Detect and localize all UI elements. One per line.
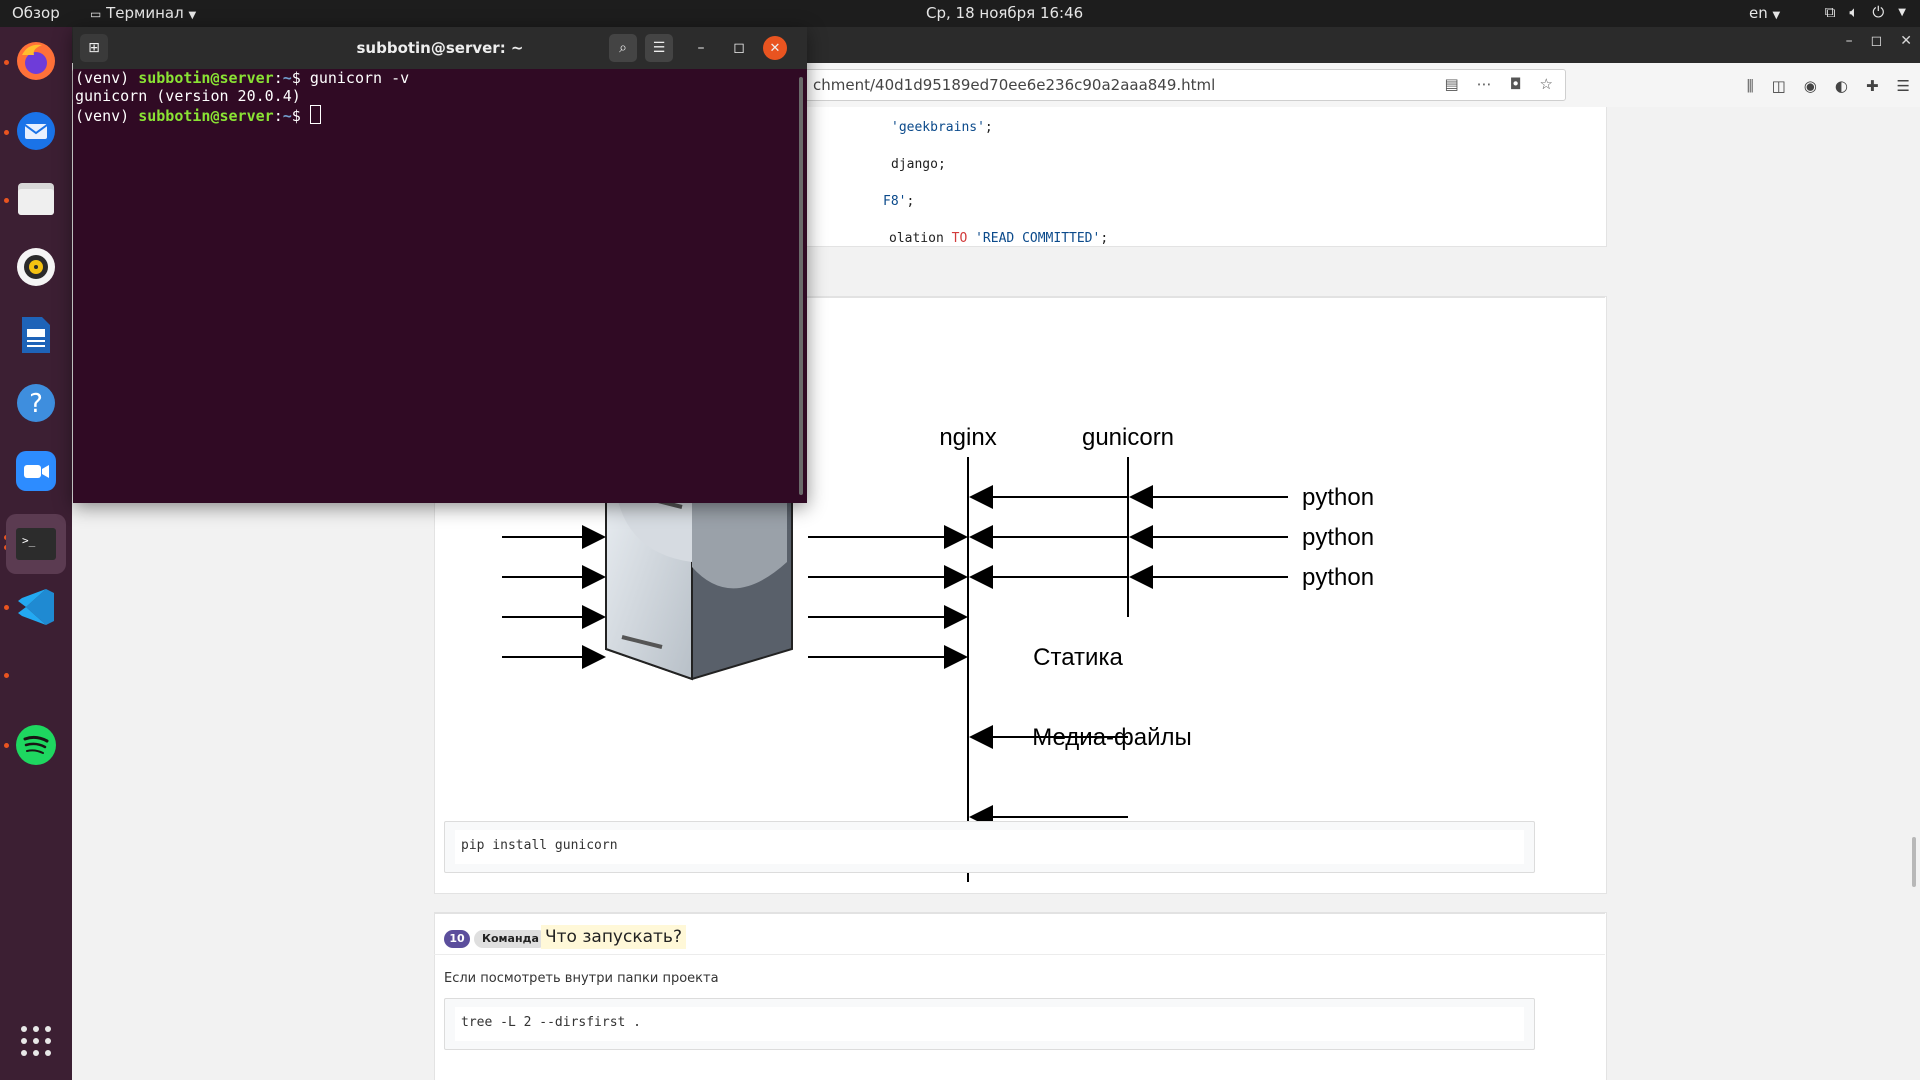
terminal-line-1: (venv) subbotin@server:~$ gunicorn -v (75, 69, 410, 87)
power-icon: ⏻ (1872, 3, 1885, 21)
section-title: Что запускать? (541, 925, 686, 949)
terminal-scrollbar[interactable] (799, 77, 803, 495)
command-tag-badge: Команда (474, 930, 547, 948)
search-icon: ⌕ (619, 40, 627, 56)
terminal-small-icon: ▭ (90, 7, 102, 21)
rhythmbox-icon[interactable] (12, 243, 60, 291)
terminal-line-2: gunicorn (version 20.0.4) (75, 87, 301, 105)
activities-button[interactable]: Обзор (12, 4, 60, 22)
close-icon: ✕ (769, 40, 781, 56)
sql-line-1: 'geekbrains'; (891, 120, 993, 135)
divider (434, 912, 1605, 914)
terminal-titlebar: ⊞ subbotin@server: ~ ⌕ ☰ – ◻ ✕ (73, 27, 807, 69)
pip-code-block: pip install gunicorn (444, 821, 1535, 873)
window-controls: – ◻ ✕ (1846, 33, 1912, 49)
files-icon[interactable] (12, 175, 60, 223)
spotify-icon[interactable] (12, 721, 60, 769)
firefox-icon[interactable] (12, 37, 60, 85)
clock[interactable]: Ср, 18 ноября 16:46 (926, 4, 1083, 22)
minimize-icon: – (697, 40, 705, 56)
python-label-3: python (1302, 564, 1374, 591)
extensions-puzzle-icon[interactable]: ✚ (1866, 77, 1879, 95)
terminal-window: ⊞ subbotin@server: ~ ⌕ ☰ – ◻ ✕ (venv) su… (73, 27, 807, 503)
sql-line-4: olation TO 'READ COMMITTED'; (889, 231, 1109, 246)
maximize-button[interactable]: ◻ (725, 34, 753, 62)
bookmark-star-icon[interactable]: ☆ (1540, 75, 1553, 93)
pocket-icon[interactable]: ◘ (1510, 75, 1522, 93)
text-cursor (309, 105, 321, 124)
library-icon[interactable]: ⫼ (1747, 77, 1754, 95)
python-label-1: python (1302, 484, 1374, 511)
svg-text:>_: >_ (22, 534, 36, 547)
nginx-label: nginx (939, 424, 996, 451)
sql-line-2: django; (891, 157, 946, 172)
terminal-output[interactable]: (venv) subbotin@server:~$ gunicorn -v gu… (73, 69, 797, 503)
menu-button[interactable]: ☰ (645, 34, 673, 62)
network-icon: ⧉ (1824, 3, 1836, 21)
pip-code-text: pip install gunicorn (461, 838, 618, 853)
maximize-icon[interactable]: ◻ (1871, 33, 1883, 49)
running-indicator (4, 60, 9, 65)
media-label: Медиа-файлы (1032, 724, 1192, 751)
account-icon[interactable]: ◉ (1804, 77, 1817, 95)
incoming-requests-arrows (502, 525, 606, 669)
show-apps-icon[interactable] (12, 1017, 60, 1065)
dock: ? >_ (0, 27, 72, 1080)
server-to-nginx-arrows (808, 525, 968, 669)
minimize-icon[interactable]: – (1846, 33, 1853, 49)
vscode-icon[interactable] (12, 583, 60, 631)
more-actions-icon[interactable]: ⋯ (1477, 75, 1492, 93)
volume-icon: 🔈︎ (1849, 3, 1859, 21)
chevron-down-icon: ▼ (1772, 10, 1781, 21)
running-indicator (4, 673, 9, 678)
zoom-icon[interactable] (12, 447, 60, 495)
menu-icon[interactable]: ☰ (1897, 77, 1910, 95)
close-button[interactable]: ✕ (763, 36, 787, 60)
browser-toolbar: ⫼ ◫ ◉ ◐ ✚ ☰ (1747, 77, 1910, 95)
chevron-down-icon: ▼ (1898, 6, 1906, 18)
section-description: Если посмотреть внутри папки проекта (444, 971, 719, 986)
running-indicator (4, 743, 9, 748)
terminal-icon[interactable]: >_ (6, 514, 66, 574)
running-indicator (4, 130, 9, 135)
sidebar-icon[interactable]: ◫ (1772, 77, 1786, 95)
terminal-line-3: (venv) subbotin@server:~$ (75, 105, 797, 125)
minimize-button[interactable]: – (687, 34, 715, 62)
thunderbird-icon[interactable] (12, 107, 60, 155)
close-icon[interactable]: ✕ (1900, 33, 1912, 49)
svg-text:?: ? (29, 389, 43, 419)
tree-code-text: tree -L 2 --dirsfirst . (461, 1015, 642, 1030)
top-bar: Обзор ▭ Терминал ▼ Ср, 18 ноября 16:46 e… (0, 0, 1920, 27)
static-label: Статика (1033, 644, 1123, 671)
app-menu[interactable]: ▭ Терминал ▼ (90, 4, 196, 22)
language-label: en (1749, 4, 1768, 22)
running-indicator (4, 198, 9, 203)
step-number-badge: 10 (444, 930, 470, 948)
python-to-gunicorn-arrows (1129, 485, 1288, 589)
system-tray[interactable]: ⧉ 🔈︎ ⏻ ▼ (1825, 3, 1906, 21)
reader-view-icon[interactable]: ▤ (1444, 75, 1458, 93)
tree-code-block: tree -L 2 --dirsfirst . (444, 998, 1535, 1050)
gunicorn-label: gunicorn (1082, 424, 1174, 451)
page-scrollbar[interactable] (1912, 837, 1916, 887)
running-indicator (4, 605, 9, 610)
sql-line-3: F8'; (883, 194, 915, 209)
help-icon[interactable]: ? (12, 379, 60, 427)
writer-icon[interactable] (12, 311, 60, 359)
extension-icon[interactable]: ◐ (1835, 77, 1848, 95)
language-indicator[interactable]: en ▼ (1749, 4, 1780, 22)
search-button[interactable]: ⌕ (609, 34, 637, 62)
app-menu-label: Терминал (106, 4, 184, 22)
url-text: chment/40d1d95189ed70ee6e236c90a2aaa849.… (813, 76, 1216, 94)
chevron-down-icon: ▼ (188, 10, 197, 21)
divider (434, 954, 1605, 955)
python-label-2: python (1302, 524, 1374, 551)
maximize-icon: ◻ (733, 40, 745, 56)
gunicorn-to-nginx-arrows (969, 485, 1128, 589)
hamburger-icon: ☰ (652, 40, 666, 56)
